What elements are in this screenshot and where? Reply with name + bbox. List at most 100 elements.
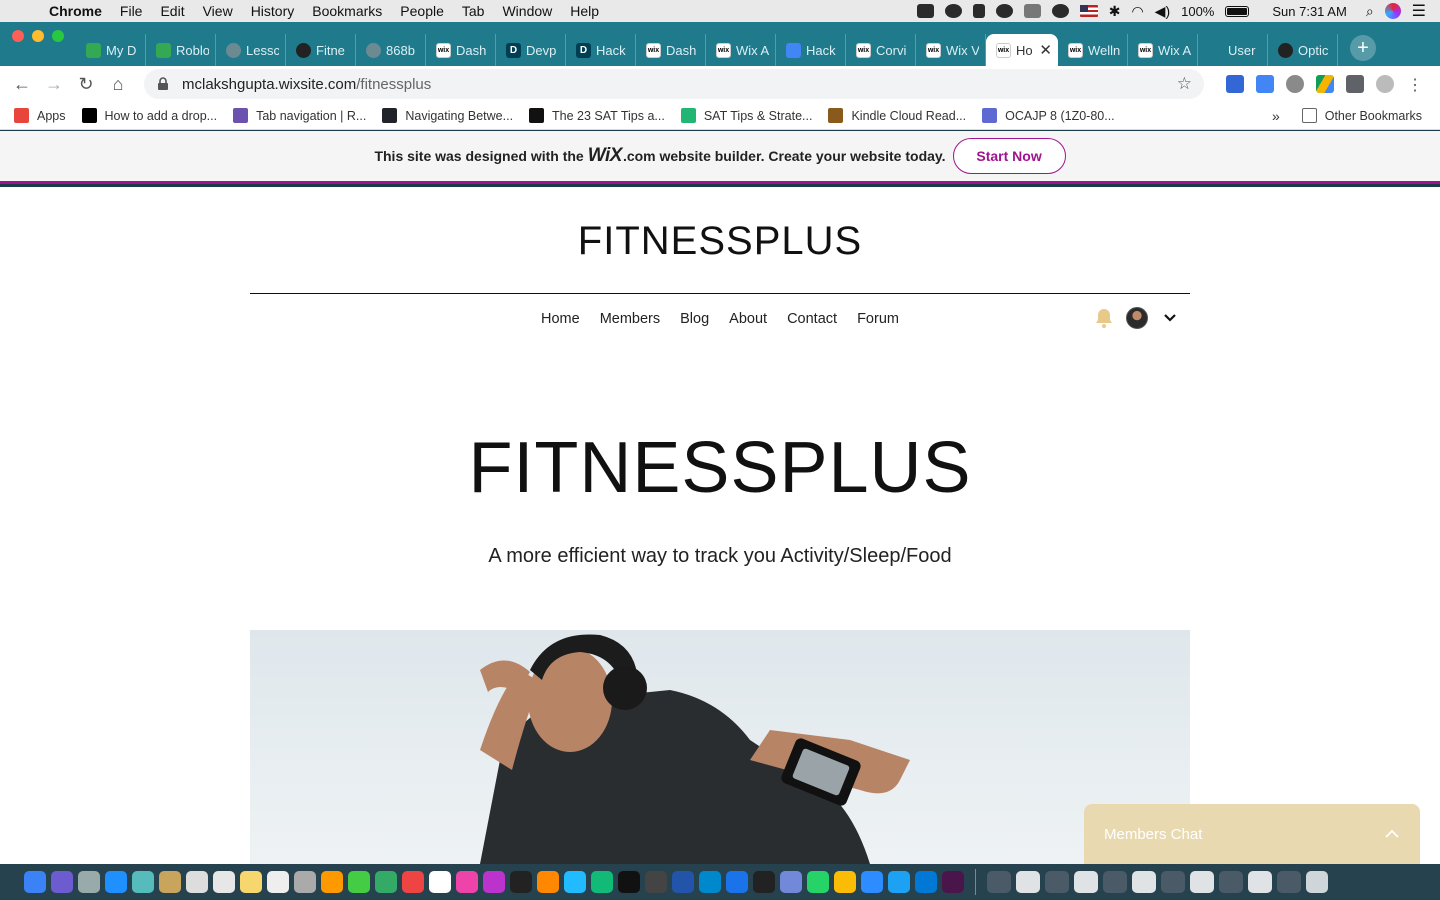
dock-app-icon[interactable] — [186, 871, 208, 893]
bookmark-item[interactable]: Navigating Betwe... — [374, 108, 521, 123]
dock-window-thumbnail[interactable] — [1045, 871, 1069, 893]
dock-app-icon[interactable] — [780, 871, 802, 893]
google-translate-icon[interactable] — [1256, 75, 1274, 93]
bookmark-item[interactable]: OCAJP 8 (1Z0-80... — [974, 108, 1123, 123]
members-chat-bar[interactable]: Members Chat — [1084, 804, 1420, 864]
creative-cloud-icon[interactable] — [995, 4, 1013, 18]
home-icon[interactable]: ⌂ — [102, 74, 134, 95]
lock-icon[interactable] — [156, 77, 170, 91]
dock-window-thumbnail[interactable] — [1103, 871, 1127, 893]
google-drive-icon[interactable] — [1316, 75, 1334, 93]
battery-icon[interactable] — [1225, 5, 1250, 17]
menu-window[interactable]: Window — [493, 3, 561, 19]
dock-app-icon[interactable] — [267, 871, 289, 893]
dock-window-thumbnail[interactable] — [1219, 871, 1243, 893]
dock-app-icon[interactable] — [699, 871, 721, 893]
us-flag-icon[interactable] — [1079, 5, 1098, 17]
nav-forum[interactable]: Forum — [857, 311, 899, 327]
bookmark-item[interactable]: How to add a drop... — [74, 108, 226, 123]
bookmark-item[interactable]: Apps — [6, 108, 74, 123]
start-now-button[interactable]: Start Now — [952, 138, 1066, 174]
dock-app-icon[interactable] — [78, 871, 100, 893]
dock-window-thumbnail[interactable] — [1132, 871, 1156, 893]
dock-app-icon[interactable] — [672, 871, 694, 893]
dock-app-icon[interactable] — [456, 871, 478, 893]
back-arrow-icon[interactable]: ← — [6, 74, 38, 95]
dock-app-icon[interactable] — [618, 871, 640, 893]
wifi-icon[interactable]: ◠ — [1131, 3, 1143, 20]
forward-arrow-icon[interactable]: → — [38, 74, 70, 95]
dock-window-thumbnail[interactable] — [1161, 871, 1185, 893]
trash-icon[interactable] — [1306, 871, 1328, 893]
spotlight-search-icon[interactable]: ⌕ — [1366, 3, 1374, 20]
menu-help[interactable]: Help — [561, 3, 608, 19]
bluetooth-icon[interactable]: ✱ — [1109, 3, 1121, 20]
browser-tab[interactable]: wix Dash — [636, 34, 706, 66]
dock-app-icon[interactable] — [375, 871, 397, 893]
dock-app-icon[interactable] — [834, 871, 856, 893]
browser-tab[interactable]: D Devp — [496, 34, 566, 66]
clock[interactable]: Sun 7:31 AM — [1272, 4, 1346, 19]
dock-app-icon[interactable] — [402, 871, 424, 893]
browser-tab[interactable]: 868b — [356, 34, 426, 66]
dock-app-icon[interactable] — [429, 871, 451, 893]
dock-app-icon[interactable] — [510, 871, 532, 893]
extension-screencast-icon[interactable] — [1226, 75, 1244, 93]
app-menu[interactable]: Chrome — [40, 3, 111, 19]
new-tab-button[interactable]: + — [1350, 35, 1376, 61]
minimize-window-button[interactable] — [32, 30, 44, 42]
dock-app-icon[interactable] — [861, 871, 883, 893]
browser-tab[interactable]: Roblo — [146, 34, 216, 66]
dock-app-icon[interactable] — [159, 871, 181, 893]
menu-file[interactable]: File — [111, 3, 152, 19]
menu-tab[interactable]: Tab — [453, 3, 494, 19]
profile-avatar-icon[interactable] — [1376, 75, 1394, 93]
dock-window-thumbnail[interactable] — [1016, 871, 1040, 893]
dock-window-thumbnail[interactable] — [1074, 871, 1098, 893]
member-avatar[interactable] — [1126, 307, 1148, 329]
close-tab-icon[interactable]: ✕ — [1039, 41, 1052, 59]
dock-app-icon[interactable] — [51, 871, 73, 893]
notification-center-icon[interactable]: ☰ — [1412, 1, 1426, 21]
dock-app-icon[interactable] — [537, 871, 559, 893]
bookmark-star-icon[interactable]: ☆ — [1177, 74, 1192, 94]
reload-icon[interactable]: ↻ — [70, 74, 102, 95]
dock-app-icon[interactable] — [591, 871, 613, 893]
extensions-puzzle-icon[interactable] — [1346, 75, 1364, 93]
dock-app-icon[interactable] — [915, 871, 937, 893]
zoom-icon[interactable] — [916, 4, 934, 18]
dock-app-icon[interactable] — [483, 871, 505, 893]
dock-app-icon[interactable] — [807, 871, 829, 893]
extension-drive-gray-icon[interactable] — [1286, 75, 1304, 93]
cloud-icon[interactable] — [944, 4, 962, 18]
volume-icon[interactable]: ◀) — [1155, 3, 1170, 20]
dock-app-icon[interactable] — [348, 871, 370, 893]
browser-tab[interactable]: wix Corvi — [846, 34, 916, 66]
browser-tab[interactable]: D Hack — [566, 34, 636, 66]
nav-home[interactable]: Home — [541, 311, 580, 327]
browser-tab[interactable]: wix Wix A — [1128, 34, 1198, 66]
browser-tab[interactable]: My D — [76, 34, 146, 66]
dock-app-icon[interactable] — [645, 871, 667, 893]
menu-bookmarks[interactable]: Bookmarks — [303, 3, 391, 19]
browser-tab[interactable]: Fitne — [286, 34, 356, 66]
browser-tab[interactable]: wix Wix A — [706, 34, 776, 66]
dock-app-icon[interactable] — [24, 871, 46, 893]
notification-bell-icon[interactable] — [1094, 307, 1114, 329]
dock-window-thumbnail[interactable] — [1190, 871, 1214, 893]
nav-contact[interactable]: Contact — [787, 311, 837, 327]
nav-about[interactable]: About — [729, 311, 767, 327]
dock-window-thumbnail[interactable] — [987, 871, 1011, 893]
bookmark-item[interactable]: Tab navigation | R... — [225, 108, 374, 123]
dock-window-thumbnail[interactable] — [1248, 871, 1272, 893]
site-title[interactable]: FITNESSPLUS — [0, 219, 1440, 264]
dock-app-icon[interactable] — [132, 871, 154, 893]
browser-tab[interactable]: User — [1198, 34, 1268, 66]
dock-app-icon[interactable] — [213, 871, 235, 893]
bookmark-item[interactable]: Kindle Cloud Read... — [820, 108, 974, 123]
menu-view[interactable]: View — [194, 3, 242, 19]
bookmark-item[interactable]: SAT Tips & Strate... — [673, 108, 821, 123]
chrome-menu-icon[interactable]: ⋮ — [1406, 75, 1424, 94]
zoom-window-button[interactable] — [52, 30, 64, 42]
nav-blog[interactable]: Blog — [680, 311, 709, 327]
